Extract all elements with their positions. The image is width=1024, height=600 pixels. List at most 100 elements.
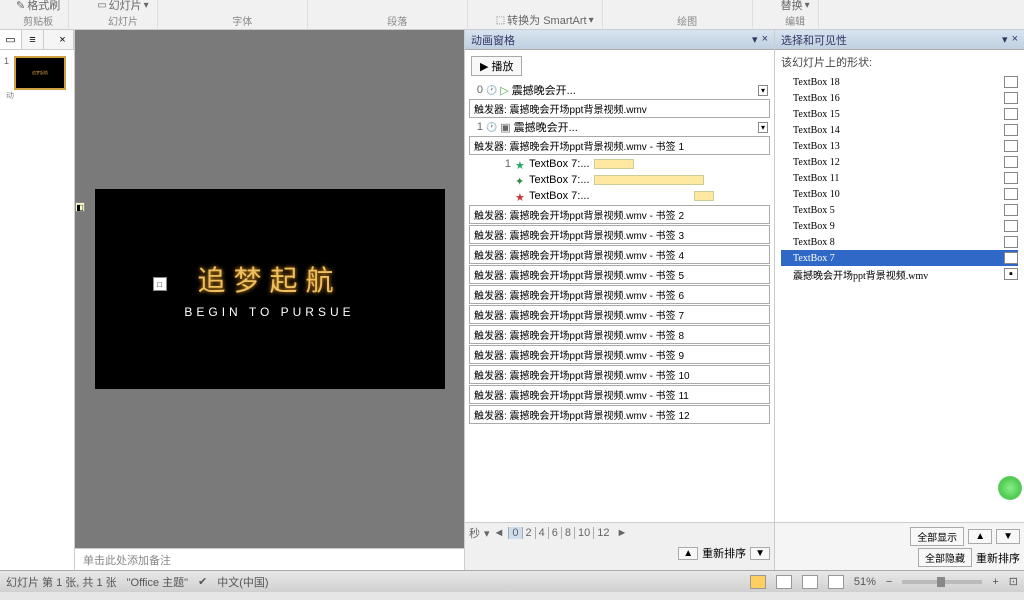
- visibility-toggle[interactable]: [1004, 76, 1018, 88]
- timeline-tick[interactable]: 10: [574, 527, 593, 539]
- dropdown-icon[interactable]: ▾: [758, 122, 768, 133]
- sel-reorder-label: 重新排序: [976, 550, 1020, 566]
- visibility-toggle[interactable]: [1004, 188, 1018, 200]
- shape-list-item[interactable]: 震撼晚会开场ppt背景视频.wmv▪: [781, 266, 1018, 282]
- play-button[interactable]: ▶ 播放: [471, 56, 522, 76]
- slide-title-text: 追梦起航: [197, 259, 341, 299]
- visibility-toggle[interactable]: [1004, 220, 1018, 232]
- notes-area[interactable]: 单击此处添加备注: [75, 548, 464, 570]
- selection-pane-title: 选择和可见性: [781, 32, 847, 48]
- zoom-out-button[interactable]: −: [886, 576, 892, 588]
- slide-subtitle-text: BEGIN TO PURSUE: [184, 305, 354, 319]
- sub-animation-item[interactable]: TextBox 7:...: [469, 172, 770, 188]
- zoom-slider[interactable]: [902, 580, 982, 584]
- show-all-button[interactable]: 全部显示: [910, 527, 964, 546]
- shape-list-item[interactable]: TextBox 11: [781, 170, 1018, 186]
- trigger-row[interactable]: 触发器: 震撼晚会开场ppt背景视频.wmv - 书签 2: [469, 205, 770, 224]
- dropdown-icon[interactable]: ▾: [758, 85, 768, 96]
- sorter-view-button[interactable]: [776, 575, 792, 589]
- shape-list-item[interactable]: TextBox 16: [781, 90, 1018, 106]
- timeline-tick[interactable]: 8: [561, 527, 574, 539]
- zoom-level-label[interactable]: 51%: [854, 576, 876, 588]
- shape-list-item[interactable]: TextBox 8: [781, 234, 1018, 250]
- shape-list-item[interactable]: TextBox 12: [781, 154, 1018, 170]
- timeline-ruler[interactable]: 秒▾ ◄ 024681012 ►: [469, 525, 770, 541]
- trigger-row[interactable]: 触发器: 震撼晚会开场ppt背景视频.wmv - 书签 5: [469, 265, 770, 284]
- trigger-row[interactable]: 触发器: 震撼晚会开场ppt背景视频.wmv - 书签 4: [469, 245, 770, 264]
- trigger-row[interactable]: 触发器: 震撼晚会开场ppt背景视频.wmv - 书签 6: [469, 285, 770, 304]
- animation-item[interactable]: 1 🕐 ▣ 震撼晚会开... ▾: [469, 119, 770, 135]
- visibility-toggle[interactable]: [1004, 236, 1018, 248]
- shape-list-item[interactable]: TextBox 10: [781, 186, 1018, 202]
- pane-dropdown-icon[interactable]: ▾: [752, 33, 758, 46]
- language-label[interactable]: 中文(中国): [217, 574, 268, 590]
- trigger-row[interactable]: 触发器: 震撼晚会开场ppt背景视频.wmv - 书签 12: [469, 405, 770, 424]
- shape-list-item[interactable]: TextBox 5: [781, 202, 1018, 218]
- visibility-toggle[interactable]: [1004, 140, 1018, 152]
- visibility-toggle[interactable]: ▪: [1004, 268, 1018, 280]
- animation-item[interactable]: 0 🕐 ▷ 震撼晚会开... ▾: [469, 82, 770, 98]
- help-fab-button[interactable]: [998, 476, 1022, 500]
- replace-button[interactable]: 替换▾: [781, 0, 810, 13]
- hide-all-button[interactable]: 全部隐藏: [918, 548, 972, 567]
- fit-window-button[interactable]: ⊡: [1009, 575, 1018, 588]
- move-down-button[interactable]: ▼: [750, 547, 770, 560]
- animation-pane: 动画窗格 ▾× ▶ 播放 0 🕐 ▷ 震撼晚会开... ▾ 触发器: 震撼晚会开…: [464, 30, 774, 570]
- trigger-row[interactable]: 触发器: 震撼晚会开场ppt背景视频.wmv - 书签 3: [469, 225, 770, 244]
- pane-close-icon[interactable]: ×: [1012, 33, 1018, 46]
- selection-pane: 选择和可见性 ▾× 该幻灯片上的形状: TextBox 18TextBox 16…: [774, 30, 1024, 570]
- sub-animation-item[interactable]: TextBox 7:...: [469, 188, 770, 204]
- reading-view-button[interactable]: [802, 575, 818, 589]
- visibility-toggle[interactable]: [1004, 172, 1018, 184]
- trigger-row[interactable]: 触发器: 震撼晚会开场ppt背景视频.wmv - 书签 10: [469, 365, 770, 384]
- trigger-row[interactable]: 触发器: 震撼晚会开场ppt背景视频.wmv: [469, 99, 770, 118]
- shape-list-item[interactable]: TextBox 15: [781, 106, 1018, 122]
- shape-list-item[interactable]: TextBox 13: [781, 138, 1018, 154]
- trigger-row[interactable]: 触发器: 震撼晚会开场ppt背景视频.wmv - 书签 8: [469, 325, 770, 344]
- normal-view-button[interactable]: [750, 575, 766, 589]
- slide-layout-button[interactable]: ▭ 幻灯片▾: [97, 0, 148, 13]
- star-icon: [515, 191, 525, 201]
- paragraph-group-label: 段落: [387, 13, 407, 28]
- animation-pane-header: 动画窗格 ▾×: [465, 30, 774, 50]
- visibility-toggle[interactable]: [1004, 108, 1018, 120]
- visibility-toggle[interactable]: [1004, 204, 1018, 216]
- zoom-in-button[interactable]: +: [992, 576, 998, 588]
- spellcheck-icon[interactable]: ✔: [198, 575, 207, 588]
- trigger-row[interactable]: 触发器: 震撼晚会开场ppt背景视频.wmv - 书签 11: [469, 385, 770, 404]
- visibility-toggle[interactable]: [1004, 124, 1018, 136]
- theme-label: "Office 主题": [127, 574, 188, 590]
- visibility-toggle[interactable]: [1004, 156, 1018, 168]
- timeline-tick[interactable]: 0: [508, 527, 521, 539]
- shape-list-item[interactable]: TextBox 14: [781, 122, 1018, 138]
- slideshow-view-button[interactable]: [828, 575, 844, 589]
- sel-move-down-button[interactable]: ▼: [996, 529, 1020, 544]
- slide-canvas[interactable]: □ 追梦起航 BEGIN TO PURSUE: [75, 30, 464, 548]
- visibility-toggle[interactable]: [1004, 92, 1018, 104]
- format-painter-button[interactable]: ✎格式刷: [16, 0, 60, 13]
- media-badge-icon[interactable]: □: [153, 277, 167, 291]
- slides-group-label: 幻灯片: [108, 13, 138, 28]
- visibility-toggle[interactable]: ▪: [1004, 252, 1018, 264]
- shape-list-item[interactable]: TextBox 18: [781, 74, 1018, 90]
- timeline-tick[interactable]: 6: [548, 527, 561, 539]
- shape-list-item[interactable]: TextBox 9: [781, 218, 1018, 234]
- thumbnail-tab-outline[interactable]: ≡: [22, 30, 44, 49]
- thumbnail-close-button[interactable]: ×: [52, 30, 74, 49]
- thumbnail-tab-slides[interactable]: ▭: [0, 30, 22, 49]
- timeline-tick[interactable]: 12: [593, 527, 612, 539]
- slide-thumbnail[interactable]: 1 追梦起航 动: [4, 56, 70, 101]
- ruler-marker[interactable]: ◧: [75, 202, 85, 212]
- pane-dropdown-icon[interactable]: ▾: [1002, 33, 1008, 46]
- sub-animation-item[interactable]: 1TextBox 7:...: [469, 156, 770, 172]
- timeline-tick[interactable]: 4: [535, 527, 548, 539]
- sel-move-up-button[interactable]: ▲: [968, 529, 992, 544]
- shape-list-item[interactable]: TextBox 7▪: [781, 250, 1018, 266]
- move-up-button[interactable]: ▲: [678, 547, 698, 560]
- trigger-row[interactable]: 触发器: 震撼晚会开场ppt背景视频.wmv - 书签 7: [469, 305, 770, 324]
- trigger-row[interactable]: 触发器: 震撼晚会开场ppt背景视频.wmv - 书签 9: [469, 345, 770, 364]
- timeline-tick[interactable]: 2: [522, 527, 535, 539]
- pane-close-icon[interactable]: ×: [762, 33, 768, 46]
- trigger-row[interactable]: 触发器: 震撼晚会开场ppt背景视频.wmv - 书签 1: [469, 136, 770, 155]
- smartart-button[interactable]: ⬚ 转换为 SmartArt▾: [496, 12, 594, 28]
